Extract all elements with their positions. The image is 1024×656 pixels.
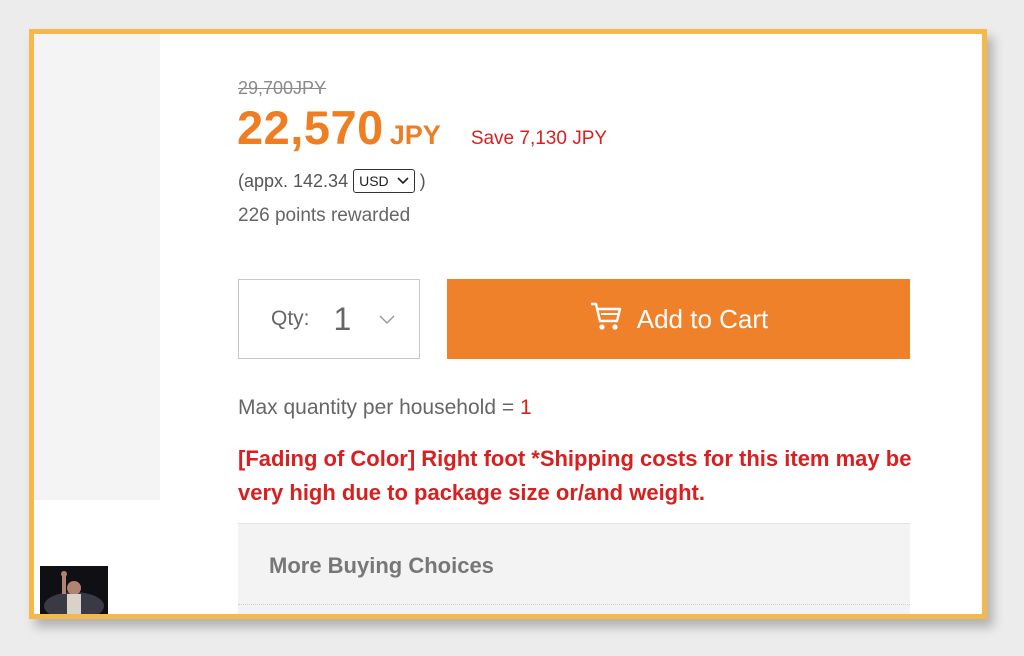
approx-price-text: (appx. 142.34 bbox=[238, 170, 349, 191]
add-to-cart-label: Add to Cart bbox=[636, 303, 769, 334]
max-quantity-value: 1 bbox=[519, 396, 532, 419]
product-purchase-panel: 29,700JPY 22,570 JPY Save 7,130 JPY (app… bbox=[29, 29, 987, 619]
max-quantity-label: Max quantity per household = bbox=[238, 396, 520, 419]
quantity-value: 1 bbox=[333, 300, 352, 337]
product-gallery-area bbox=[34, 34, 160, 500]
chevron-down-icon bbox=[379, 309, 395, 330]
savings-label: Save 7,130 JPY bbox=[470, 128, 608, 149]
more-buying-choices-section[interactable]: More Buying Choices bbox=[238, 523, 910, 614]
currency-select[interactable]: USD bbox=[353, 169, 415, 193]
currency-select-value: USD bbox=[359, 173, 389, 189]
points-rewarded: 226 points rewarded bbox=[238, 205, 411, 226]
quantity-select[interactable]: Qty: 1 bbox=[238, 279, 420, 359]
quantity-label: Qty: bbox=[271, 307, 310, 330]
product-thumbnail[interactable] bbox=[40, 566, 108, 614]
approx-price-row: (appx. 142.34 USD ) bbox=[238, 169, 426, 193]
more-buying-choices-title: More Buying Choices bbox=[269, 553, 494, 578]
chevron-down-icon bbox=[397, 174, 409, 188]
sale-currency: JPY bbox=[389, 120, 441, 150]
shipping-warning: [Fading of Color] Right foot *Shipping c… bbox=[238, 446, 912, 505]
cart-icon bbox=[589, 300, 637, 339]
sale-price: 22,570 bbox=[237, 101, 384, 154]
original-price: 29,700JPY bbox=[238, 78, 327, 98]
add-to-cart-button[interactable]: Add to Cart bbox=[447, 279, 910, 359]
price-row: 22,570 JPY Save 7,130 JPY bbox=[237, 100, 607, 155]
max-quantity-notice: Max quantity per household = 1 bbox=[238, 396, 532, 420]
approx-price-close: ) bbox=[419, 170, 426, 191]
divider bbox=[238, 604, 910, 605]
